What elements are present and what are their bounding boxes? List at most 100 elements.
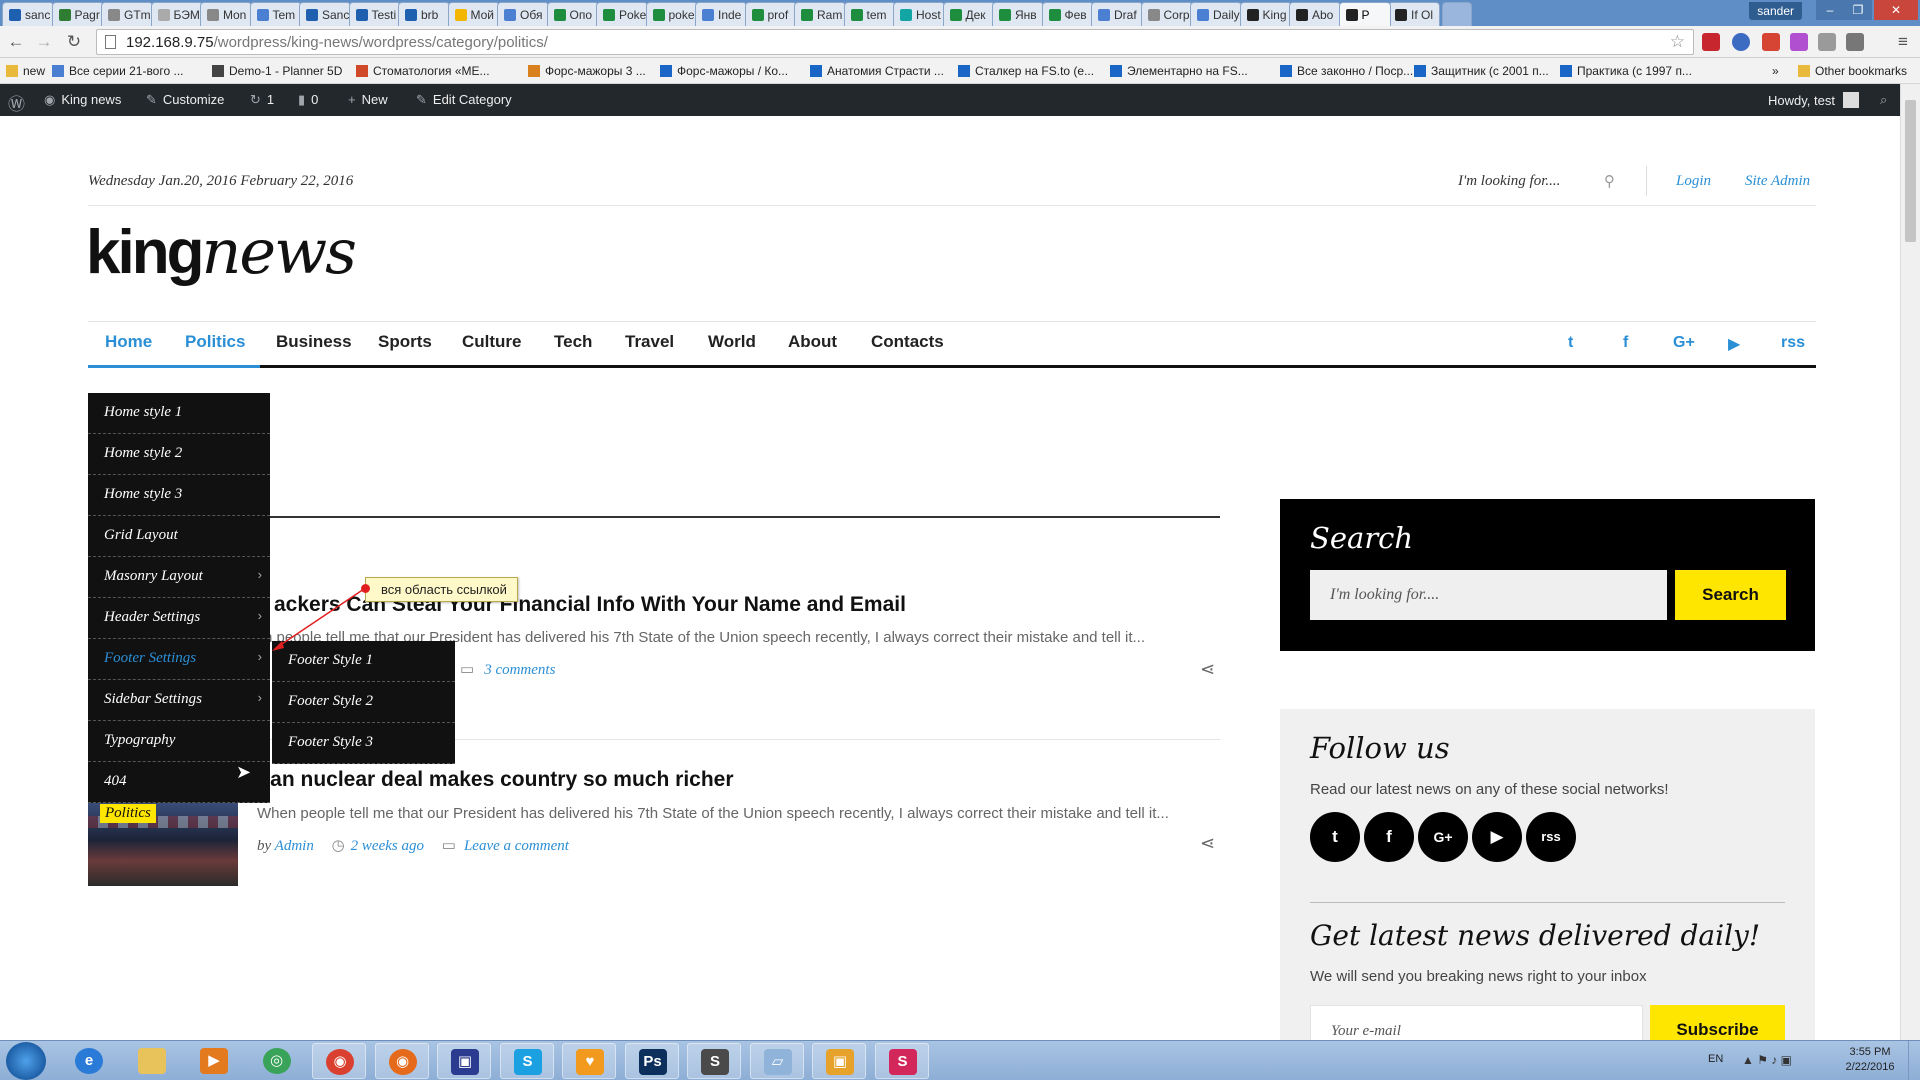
youtube-icon[interactable]: ▶ (1728, 334, 1740, 354)
taskbar-app-explorer[interactable] (125, 1043, 179, 1079)
login-link[interactable]: Login (1676, 173, 1711, 190)
nav-item-about[interactable]: About (788, 332, 837, 352)
taskbar-app-skitch[interactable]: S (874, 1043, 929, 1079)
address-bar[interactable]: 192.168.9.75/wordpress/king-news/wordpre… (96, 29, 1694, 55)
wp-customize-link[interactable]: ✎ Customize (146, 92, 224, 108)
sidebar-search-input[interactable]: I'm looking for.... (1310, 570, 1667, 620)
nav-item-culture[interactable]: Culture (462, 332, 522, 352)
back-icon[interactable]: ← (6, 32, 26, 52)
browser-tab[interactable]: Опо (546, 2, 599, 26)
taskbar-app-ilovepdf[interactable]: ♥ (562, 1043, 616, 1079)
tray-icons[interactable]: ▲ ⚑ ♪ ▣ (1742, 1053, 1792, 1067)
browser-tab[interactable]: King (1239, 2, 1292, 26)
browser-tab[interactable]: GTm (101, 2, 153, 26)
bookmark-item[interactable]: Элементарно на FS... (1110, 64, 1248, 78)
browser-tab[interactable]: tem (843, 2, 896, 26)
twitter-icon[interactable]: t (1568, 334, 1573, 352)
forward-icon[interactable]: → (34, 32, 54, 52)
gmail-icon[interactable] (1762, 33, 1780, 51)
browser-tab[interactable]: Дек (942, 2, 995, 26)
browser-tab[interactable]: Inde (695, 2, 747, 26)
new-tab-button[interactable] (1441, 2, 1472, 26)
bookmark-item[interactable]: Форс-мажоры 3 ... (528, 64, 646, 78)
browser-tab[interactable]: Draf (1091, 2, 1143, 26)
browser-tab[interactable]: Фев (1041, 2, 1094, 26)
other-bookmarks[interactable]: Other bookmarks (1798, 64, 1907, 78)
tray-language[interactable]: EN (1708, 1053, 1723, 1065)
browser-tab[interactable]: Sanc (299, 2, 351, 26)
dropdown-item[interactable]: Masonry Layout › (88, 557, 270, 598)
wp-howdy[interactable]: Howdy, test (1768, 92, 1859, 108)
scrollbar-thumb[interactable] (1905, 100, 1916, 242)
browser-tab[interactable]: БЭМ (150, 2, 203, 26)
wp-new-link[interactable]: + New (348, 92, 388, 107)
pen-icon[interactable] (1790, 33, 1808, 51)
post-comments-meta[interactable]: ▭ 3 comments (460, 660, 555, 679)
minimize-button[interactable]: – (1816, 0, 1844, 20)
dropdown-item[interactable]: Sidebar Settings › (88, 680, 270, 721)
adblock-icon[interactable] (1702, 33, 1720, 51)
wp-edit-category-link[interactable]: ✎ Edit Category (416, 92, 512, 108)
browser-tab[interactable]: Testi (348, 2, 401, 26)
taskbar-app-photoshop[interactable]: Ps (624, 1043, 679, 1079)
extension-icon-2[interactable] (1846, 33, 1864, 51)
extension-globe-icon[interactable] (1732, 33, 1750, 51)
bookmark-item[interactable]: Анатомия Страсти ... (810, 64, 944, 78)
page-scrollbar[interactable] (1900, 84, 1920, 1040)
taskbar-app-ie[interactable]: e (62, 1043, 116, 1079)
browser-tab[interactable]: Daily (1190, 2, 1242, 26)
start-button[interactable] (6, 1042, 46, 1080)
browser-tab[interactable]: Poke (596, 2, 648, 26)
taskbar-app-firefox[interactable]: ◉ (374, 1043, 429, 1079)
follow-rss-icon[interactable]: rss (1526, 812, 1576, 862)
follow-twitter-icon[interactable]: t (1310, 812, 1360, 862)
nav-item-travel[interactable]: Travel (625, 332, 674, 352)
nav-item-home[interactable]: Home (105, 332, 152, 352)
post-title[interactable]: ran nuclear deal makes country so much r… (262, 768, 734, 792)
google-plus-icon[interactable]: G+ (1673, 334, 1695, 352)
browser-tab[interactable]: sanc (2, 2, 54, 26)
sidebar-search-button[interactable]: Search (1675, 570, 1786, 620)
browser-tab[interactable]: Ram (794, 2, 846, 26)
taskbar-app-skype[interactable]: S (499, 1043, 554, 1079)
header-search-input[interactable]: I'm looking for.... (1458, 173, 1560, 190)
bookmark-item[interactable]: new (6, 64, 45, 78)
nav-item-world[interactable]: World (708, 332, 756, 352)
show-desktop-button[interactable] (1908, 1041, 1920, 1080)
taskbar-app-paint[interactable]: ▱ (749, 1043, 804, 1079)
maximize-button[interactable]: ❐ (1844, 0, 1872, 20)
bookmark-item[interactable]: Форс-мажоры / Ко... (660, 64, 788, 78)
close-window-button[interactable]: ✕ (1874, 0, 1918, 20)
dropdown-item[interactable]: Header Settings › (88, 598, 270, 639)
nav-item-business[interactable]: Business (276, 332, 352, 352)
follow-facebook-icon[interactable]: f (1364, 812, 1414, 862)
browser-tab[interactable]: prof (744, 2, 797, 26)
nav-item-contacts[interactable]: Contacts (871, 332, 944, 352)
wp-updates-link[interactable]: ↻ 1 (250, 92, 274, 108)
taskbar-app-viewer[interactable]: ▣ (812, 1043, 866, 1079)
wp-comments-link[interactable]: ▮ 0 (298, 92, 318, 108)
browser-tab[interactable]: Host (893, 2, 945, 26)
tray-clock[interactable]: 3:55 PM 2/22/2016 (1842, 1045, 1898, 1075)
dropdown-item[interactable]: Home style 1 (88, 393, 270, 434)
post-time-link[interactable]: 2 weeks ago (351, 838, 424, 854)
site-admin-link[interactable]: Site Admin (1745, 173, 1810, 190)
browser-tab[interactable]: Мой (447, 2, 500, 26)
browser-tab[interactable]: Tem (249, 2, 302, 26)
follow-youtube-icon[interactable]: ▶ (1472, 812, 1522, 862)
rss-icon[interactable]: rss (1781, 334, 1805, 352)
bookmark-item[interactable]: Demo-1 - Planner 5D (212, 64, 342, 78)
browser-tab[interactable]: Обя (497, 2, 549, 26)
bookmarks-overflow-icon[interactable]: » (1772, 64, 1779, 78)
share-icon[interactable]: ⋖ (1200, 659, 1215, 680)
nav-item-tech[interactable]: Tech (554, 332, 592, 352)
taskbar-app-save[interactable]: ▣ (437, 1043, 491, 1079)
menu-icon[interactable]: ≡ (1893, 32, 1913, 52)
post-comments-link[interactable]: 3 comments (484, 662, 555, 678)
follow-google-plus-icon[interactable]: G+ (1418, 812, 1468, 862)
bookmark-item[interactable]: Все законно / Поср... (1280, 64, 1413, 78)
dropdown-item[interactable]: Typography (88, 721, 270, 762)
dropdown-item[interactable]: Home style 2 (88, 434, 270, 475)
reload-icon[interactable]: ↻ (64, 32, 84, 52)
facebook-icon[interactable]: f (1623, 334, 1628, 352)
